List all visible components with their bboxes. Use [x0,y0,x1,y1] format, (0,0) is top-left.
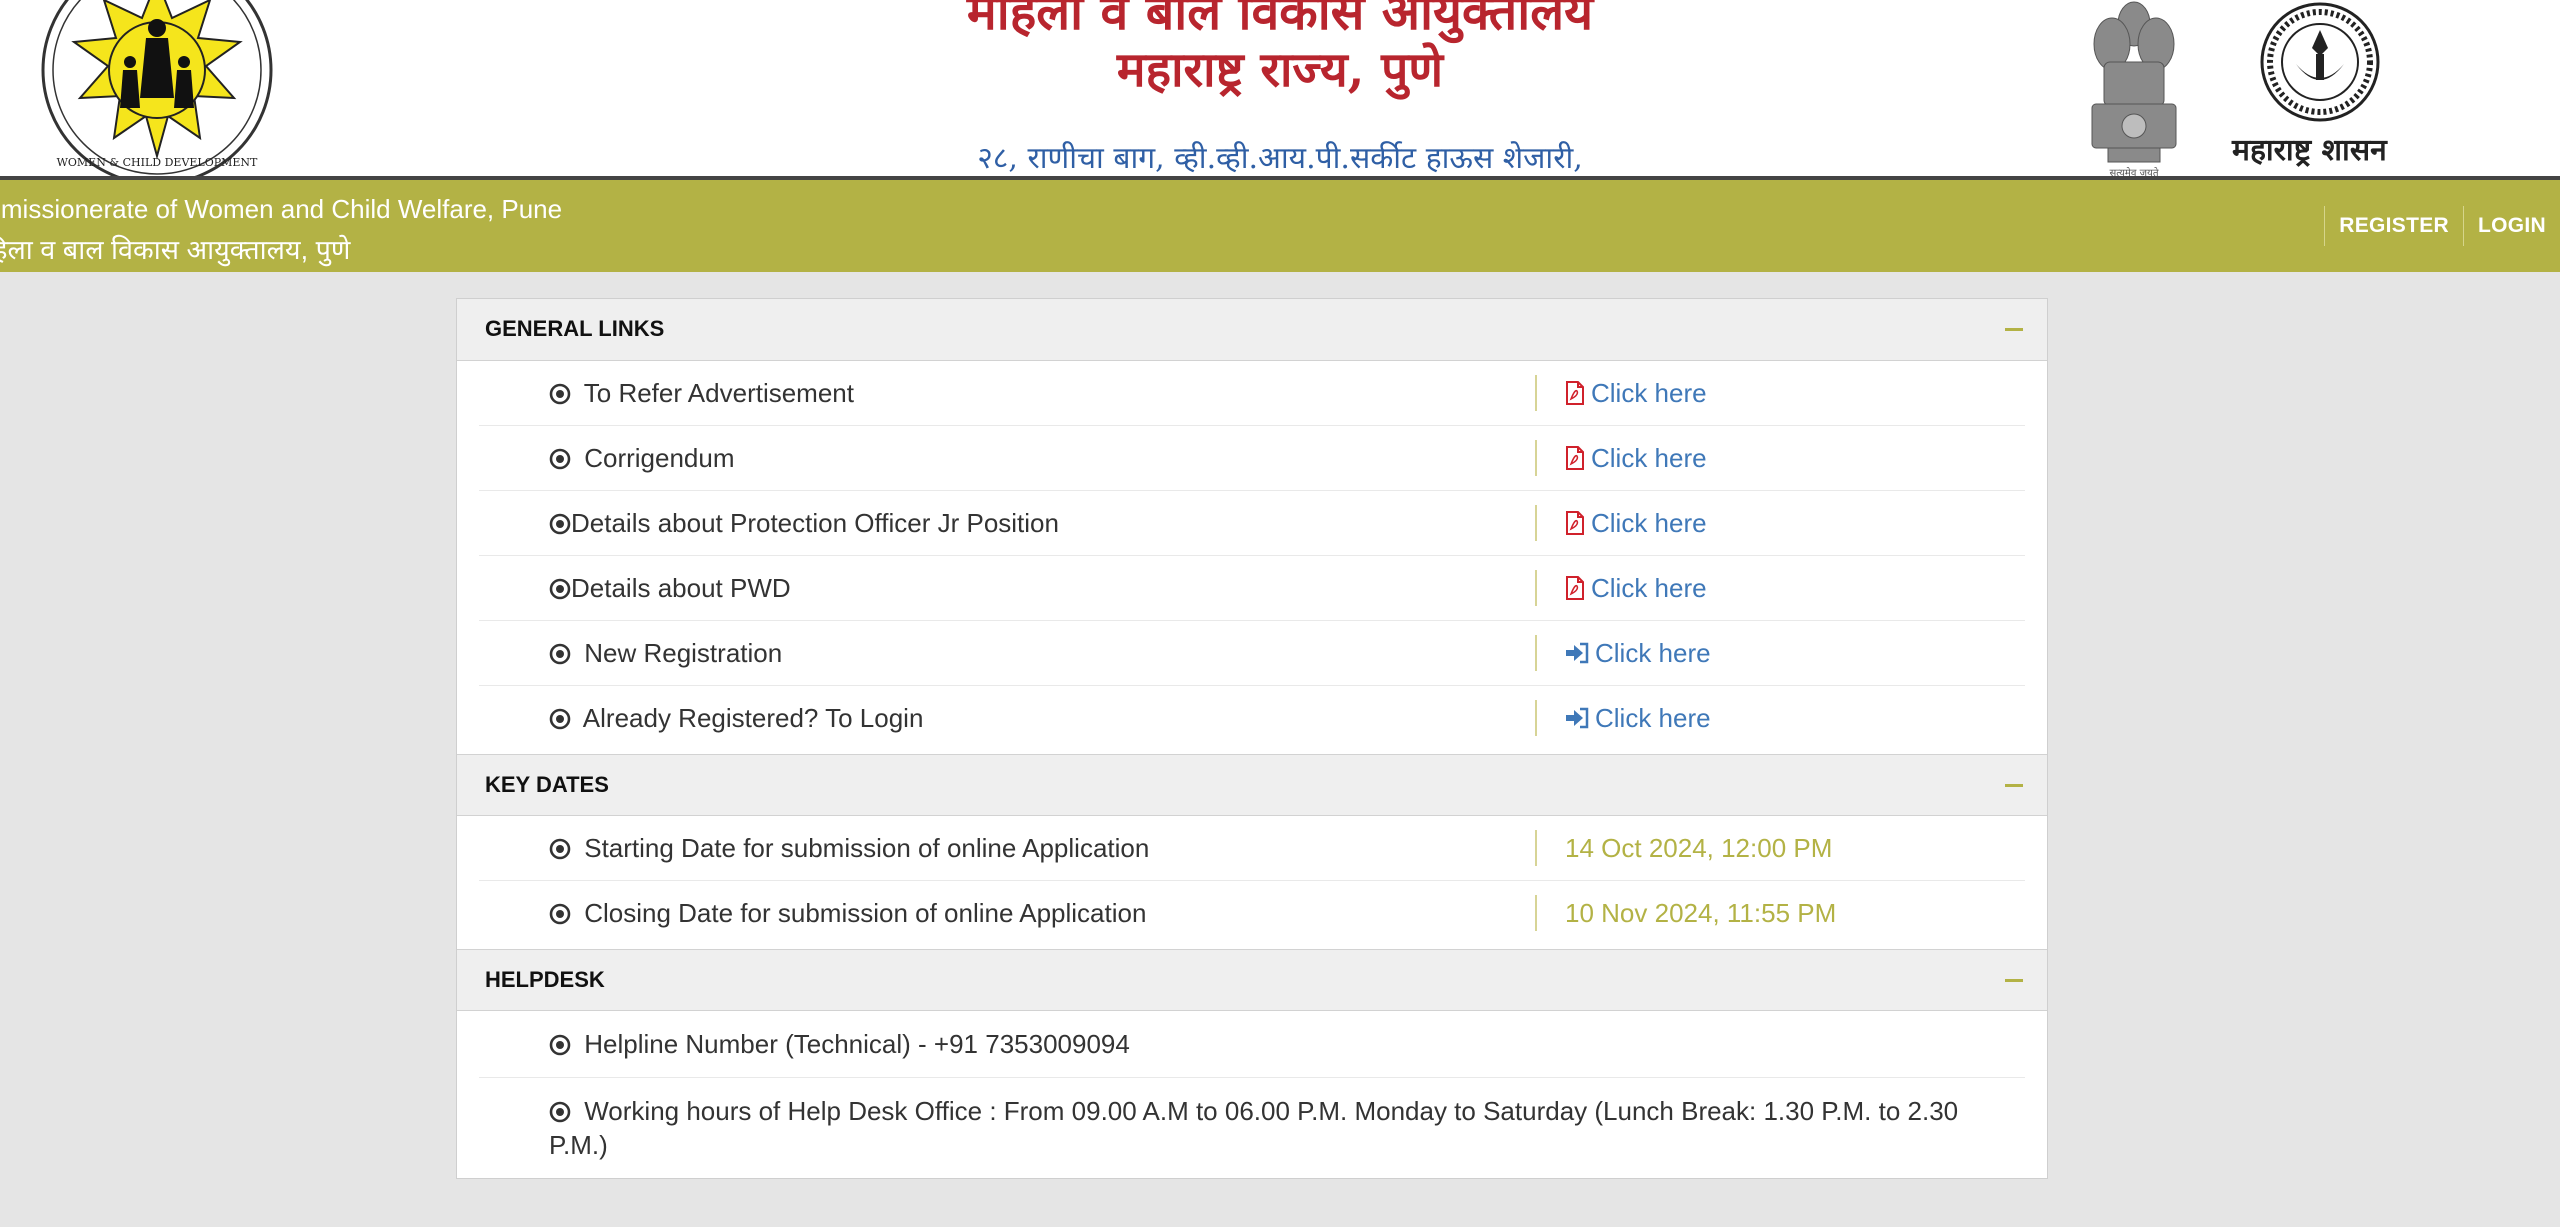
file-pdf-icon [1566,576,1584,600]
section-title: HELPDESK [485,967,605,992]
working-hours: Working hours of Help Desk Office : From… [549,1096,1959,1160]
helpline-number: Helpline Number (Technical) - +91 735300… [549,1029,1130,1060]
dot-circle-icon [549,903,571,924]
file-pdf-icon [1566,381,1584,405]
row-label: Corrigendum [549,443,735,474]
list-item: New Registration Click here [479,621,2025,686]
key-dates-header[interactable]: KEY DATES [457,754,2047,816]
list-item: Closing Date for submission of online Ap… [479,881,2025,945]
list-item: Details about PWD Click here [479,556,2025,621]
list-item: To Refer Advertisement Click here [479,361,2025,426]
top-navbar: Commissionerate of Women and Child Welfa… [0,176,2560,272]
row-label: New Registration [549,638,782,669]
row-label: Already Registered? To Login [549,703,923,734]
pwd-details-link[interactable]: Click here [1565,573,1707,604]
emblem-caption: सत्यमेव जयते [2109,167,2158,176]
login-link[interactable]: LOGIN [2463,206,2560,246]
collapse-icon[interactable] [2005,328,2023,331]
list-item: Helpline Number (Technical) - +91 735300… [479,1011,2025,1078]
dot-circle-icon [549,838,571,859]
list-item: Corrigendum Click here [479,426,2025,491]
row-label: Details about PWD [549,573,791,604]
row-label: Closing Date for submission of online Ap… [549,898,1146,929]
divider [1535,375,1537,411]
national-emblem-icon: सत्यमेव जयते [2091,1,2177,176]
section-title: GENERAL LINKS [485,316,665,341]
header-banner: WOMEN & CHILD DEVELOPMENT महिला व बाल वि… [0,0,2560,176]
login-click-link[interactable]: Click here [1565,703,1711,734]
divider [1535,700,1537,736]
new-registration-link[interactable]: Click here [1565,638,1711,669]
divider [1535,505,1537,541]
dot-circle-icon [549,448,571,469]
protection-officer-link[interactable]: Click here [1565,508,1707,539]
divider [1535,830,1537,866]
dot-circle-icon [549,708,571,729]
closing-date-value: 10 Nov 2024, 11:55 PM [1565,897,1837,928]
divider [1535,440,1537,476]
register-link[interactable]: REGISTER [2324,206,2463,246]
sign-in-icon [1566,707,1589,729]
nav-links: REGISTER LOGIN [2324,206,2560,246]
info-panel: GENERAL LINKS To Refer Advertisement Cli… [456,298,2048,1179]
general-links-header[interactable]: GENERAL LINKS [457,299,2047,361]
dot-circle-icon [549,383,571,404]
dot-circle-icon [549,513,571,534]
site-title-marathi: महिला व बाल विकास आयुक्तालय, पुणे [0,235,351,265]
file-pdf-icon [1566,511,1584,535]
divider [1535,895,1537,931]
divider [1535,570,1537,606]
row-label: Starting Date for submission of online A… [549,833,1149,864]
dot-circle-icon [549,1034,571,1055]
corrigendum-link[interactable]: Click here [1565,443,1707,474]
maharashtra-shasan-label: महाराष्ट्र शासन [2232,133,2387,168]
dot-circle-icon [549,643,571,664]
collapse-icon[interactable] [2005,784,2023,787]
row-label: Details about Protection Officer Jr Posi… [549,508,1059,539]
dot-circle-icon [549,578,571,599]
list-item: Already Registered? To Login Click here [479,686,2025,750]
maharashtra-seal-icon [2260,2,2380,122]
dot-circle-icon [549,1101,571,1123]
list-item: Details about Protection Officer Jr Posi… [479,491,2025,556]
divider [1535,635,1537,671]
site-title-english: Commissionerate of Women and Child Welfa… [0,194,563,224]
helpdesk-list: Helpline Number (Technical) - +91 735300… [457,1011,2047,1178]
row-label: To Refer Advertisement [549,378,854,409]
advertisement-link[interactable]: Click here [1565,378,1707,409]
sign-in-icon [1566,642,1589,664]
list-item: Starting Date for submission of online A… [479,816,2025,881]
list-item: Working hours of Help Desk Office : From… [479,1078,2025,1174]
file-pdf-icon [1566,446,1584,470]
helpdesk-header[interactable]: HELPDESK [457,949,2047,1011]
key-dates-list: Starting Date for submission of online A… [457,816,2047,949]
general-links-list: To Refer Advertisement Click here Corrig… [457,361,2047,754]
collapse-icon[interactable] [2005,979,2023,982]
start-date-value: 14 Oct 2024, 12:00 PM [1565,832,1833,863]
section-title: KEY DATES [485,772,609,797]
